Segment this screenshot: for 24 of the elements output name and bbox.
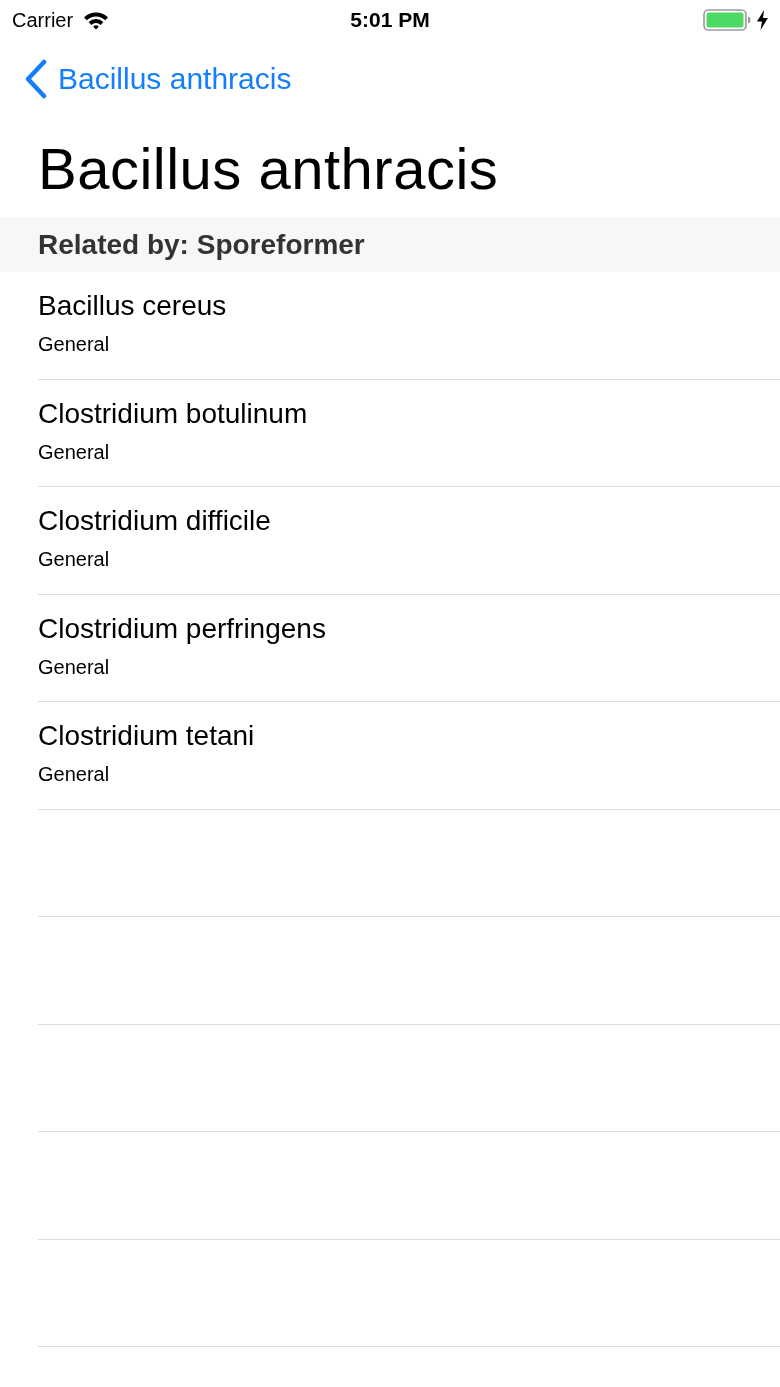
list-row[interactable]: Bacillus cereus General: [0, 272, 780, 380]
row-title: Bacillus cereus: [38, 289, 227, 323]
back-button[interactable]: Bacillus anthracis: [24, 59, 292, 101]
charging-bolt-icon: [757, 10, 768, 30]
list-row[interactable]: Clostridium difficile General: [0, 487, 780, 595]
section-header: Related by: Sporeformer: [0, 217, 780, 272]
wifi-icon: [83, 10, 110, 30]
row-subtitle: General: [38, 762, 110, 786]
list-row[interactable]: Clostridium perfringens General: [0, 594, 780, 702]
carrier-label: Carrier: [12, 8, 74, 32]
row-title: Clostridium botulinum: [38, 396, 308, 431]
status-time: 5:01 PM: [350, 8, 430, 32]
row-title: Clostridium difficile: [38, 504, 271, 538]
row-title: Clostridium tetani: [38, 719, 255, 753]
back-chevron-icon: [24, 59, 48, 99]
row-subtitle: General: [38, 439, 110, 464]
page-title: Bacillus anthracis: [38, 134, 499, 203]
row-subtitle: General: [38, 654, 110, 679]
battery-icon: [703, 9, 751, 31]
row-subtitle: General: [38, 547, 110, 571]
list-row[interactable]: Clostridium tetani General: [0, 702, 780, 810]
row-title: Clostridium perfringens: [38, 611, 326, 646]
list-row[interactable]: Clostridium botulinum General: [0, 379, 780, 487]
row-subtitle: General: [38, 332, 110, 356]
